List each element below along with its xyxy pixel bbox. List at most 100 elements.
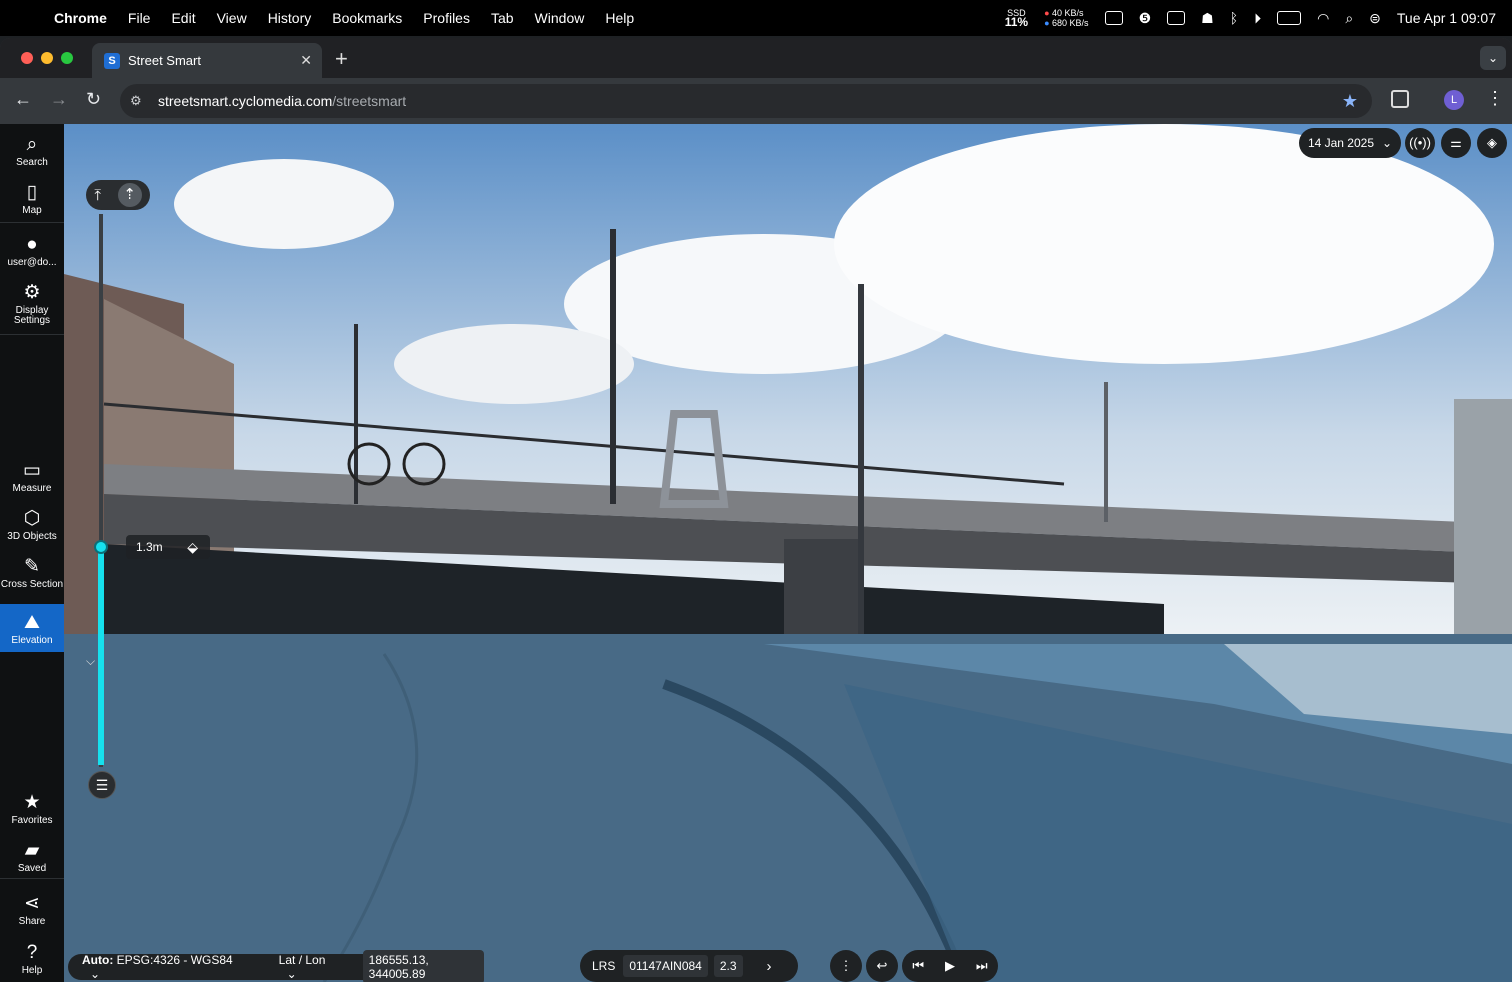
map-icon: ▯ xyxy=(26,182,38,203)
paint-bucket-icon[interactable]: ⬙ xyxy=(187,539,198,556)
lrs-measure-field[interactable]: 2.3 xyxy=(713,955,743,977)
bookmark-star-icon[interactable]: ★ xyxy=(1342,91,1358,112)
spotlight-search-icon[interactable]: ⌕ xyxy=(1345,10,1353,27)
layers-icon[interactable]: ◈ xyxy=(1477,128,1507,158)
menu-history[interactable]: History xyxy=(268,10,312,26)
skip-forward-icon[interactable]: ⏭ xyxy=(976,958,988,974)
menu-bookmarks[interactable]: Bookmarks xyxy=(332,10,402,26)
menu-edit[interactable]: Edit xyxy=(171,10,195,26)
address-bar[interactable]: ⚙ streetsmart.cyclomedia.com/streetsmart… xyxy=(120,84,1372,118)
elevation-reset-icon[interactable]: ⤒ xyxy=(94,187,101,204)
wifi-icon[interactable]: ◠ xyxy=(1317,10,1329,27)
menu-profiles[interactable]: Profiles xyxy=(423,10,470,26)
sidebar-3d-objects-label: 3D Objects xyxy=(7,531,57,542)
control-center-icon[interactable]: ⊜ xyxy=(1369,10,1381,27)
sidebar-item-favorites[interactable]: ★ Favorites xyxy=(0,792,64,826)
ssd-indicator[interactable]: SSD 11% xyxy=(1005,8,1028,28)
menu-file[interactable]: File xyxy=(128,10,151,26)
app-sidebar: ⌕ Search ▯ Map ● user@do... ⚙ Display Se… xyxy=(0,124,64,982)
site-info-icon[interactable]: ⚙ xyxy=(130,93,146,109)
outlook-icon[interactable] xyxy=(1104,11,1123,25)
recording-date-dropdown[interactable]: 14 Jan 2025 ⌄ xyxy=(1299,128,1401,158)
sidebar-divider xyxy=(0,222,64,223)
sidebar-map-label: Map xyxy=(22,205,42,216)
menu-app-name[interactable]: Chrome xyxy=(54,10,107,26)
undo-button[interactable]: ↩ xyxy=(866,950,898,982)
menu-help[interactable]: Help xyxy=(605,10,634,26)
crs-selector[interactable]: Auto: EPSG:4326 - WGS84 ⌄ xyxy=(82,953,239,981)
sidebar-item-display-settings[interactable]: ⚙ Display Settings xyxy=(0,282,64,326)
menu-view[interactable]: View xyxy=(217,10,247,26)
folder-icon: ▰ xyxy=(24,840,40,861)
new-tab-button[interactable]: + xyxy=(335,46,348,72)
chevron-down-icon: ⌄ xyxy=(90,967,101,981)
crs-prefix: Auto: xyxy=(82,953,114,967)
sidebar-item-cross-section[interactable]: ✎ Cross Section xyxy=(0,556,64,590)
elevation-legend-button[interactable]: ☰ xyxy=(88,771,116,799)
bluetooth-icon[interactable]: ᛒ xyxy=(1230,10,1238,26)
profile-avatar[interactable]: L xyxy=(1444,90,1464,110)
keyboard-icon[interactable] xyxy=(1167,11,1186,25)
play-icon[interactable]: ▶ xyxy=(945,958,955,974)
extensions-icon[interactable] xyxy=(1391,90,1409,108)
user-icon: ● xyxy=(26,234,38,255)
chevron-down-icon: ⌄ xyxy=(286,967,297,981)
battery-icon[interactable] xyxy=(1277,11,1302,25)
sidebar-item-saved[interactable]: ▰ Saved xyxy=(0,840,64,874)
play-icon[interactable]: ⏵ xyxy=(1254,10,1261,27)
tab-search-button[interactable]: ⌄ xyxy=(1480,46,1506,70)
panorama-viewer[interactable]: ⤒ ⇡ 1.3m ⬙ ⌵ ☰ 14 Jan 2025 ⌄ ((•)) ⚌ ◈ A… xyxy=(64,124,1512,982)
html5-icon[interactable]: ❺ xyxy=(1139,10,1152,27)
status-area: SSD 11% ● 40 KB/s ● 680 KB/s ❺ ☗ ᛒ ⏵ ◠ ⌕… xyxy=(1005,0,1496,36)
chevron-down-icon: ⌵ xyxy=(86,654,96,668)
chevron-right-icon[interactable]: › xyxy=(767,958,772,975)
broadcast-icon[interactable]: ((•)) xyxy=(1405,128,1435,158)
elevation-up-icon[interactable]: ⇡ xyxy=(117,183,142,207)
sidebar-item-3d-objects[interactable]: ⬡ 3D Objects xyxy=(0,508,64,542)
clock[interactable]: Tue Apr 1 09:07 xyxy=(1397,10,1496,26)
sidebar-item-user[interactable]: ● user@do... xyxy=(0,234,64,268)
skip-back-icon[interactable]: ⏮ xyxy=(912,958,924,974)
chrome-menu-icon[interactable]: ⋮ xyxy=(1486,88,1504,109)
star-icon: ★ xyxy=(23,792,41,813)
tab-street-smart[interactable]: S Street Smart ✕ xyxy=(92,43,322,78)
forward-button[interactable]: → xyxy=(50,89,68,110)
sidebar-display-settings-label: Display Settings xyxy=(13,305,51,326)
search-icon: ⌕ xyxy=(26,134,38,155)
sidebar-share-label: Share xyxy=(18,916,46,927)
sidebar-divider xyxy=(0,878,64,879)
sidebar-search-label: Search xyxy=(16,157,48,168)
teams-icon[interactable]: ☗ xyxy=(1201,10,1214,27)
sidebar-item-search[interactable]: ⌕ Search xyxy=(0,134,64,168)
filters-icon[interactable]: ⚌ xyxy=(1441,128,1471,158)
favicon-icon: S xyxy=(104,52,120,69)
sidebar-item-help[interactable]: ? Help xyxy=(0,942,64,976)
crs-value: EPSG:4326 - WGS84 xyxy=(116,953,233,967)
sidebar-item-map[interactable]: ▯ Map xyxy=(0,182,64,216)
coord-format-selector[interactable]: Lat / Lon ⌄ xyxy=(279,953,341,981)
coordinate-value[interactable]: 186555.13, 344005.89 xyxy=(362,950,484,982)
back-button[interactable]: ← xyxy=(14,89,32,110)
close-tab-icon[interactable]: ✕ xyxy=(300,52,312,69)
more-options-button[interactable]: ⋮ xyxy=(830,950,862,982)
menu-window[interactable]: Window xyxy=(535,10,585,26)
browser-window: S Street Smart ✕ + ⌄ ← → ↻ ⚙ streetsmart… xyxy=(0,38,1512,982)
menu-tab[interactable]: Tab xyxy=(491,10,514,26)
panorama-image xyxy=(64,124,1512,982)
help-icon: ? xyxy=(26,942,38,963)
net-down: 680 KB/s xyxy=(1052,18,1089,28)
minimize-window-button[interactable] xyxy=(41,52,53,64)
sidebar-item-measure[interactable]: ▭ Measure xyxy=(0,460,64,494)
ruler-icon: ▭ xyxy=(23,460,41,481)
elevation-slider-handle[interactable] xyxy=(94,540,108,554)
reload-button[interactable]: ↻ xyxy=(86,89,101,110)
lrs-label: LRS xyxy=(592,959,616,973)
sidebar-item-elevation[interactable]: ⛰ Elevation xyxy=(0,604,64,652)
tab-title: Street Smart xyxy=(128,53,201,68)
sidebar-elevation-label: Elevation xyxy=(11,635,53,646)
close-window-button[interactable] xyxy=(21,52,33,64)
lrs-id-field[interactable]: 01147AIN084 xyxy=(623,955,708,977)
zoom-window-button[interactable] xyxy=(61,52,73,64)
network-speed[interactable]: ● 40 KB/s ● 680 KB/s xyxy=(1044,8,1088,28)
sidebar-item-share[interactable]: ⋖ Share xyxy=(0,893,64,927)
